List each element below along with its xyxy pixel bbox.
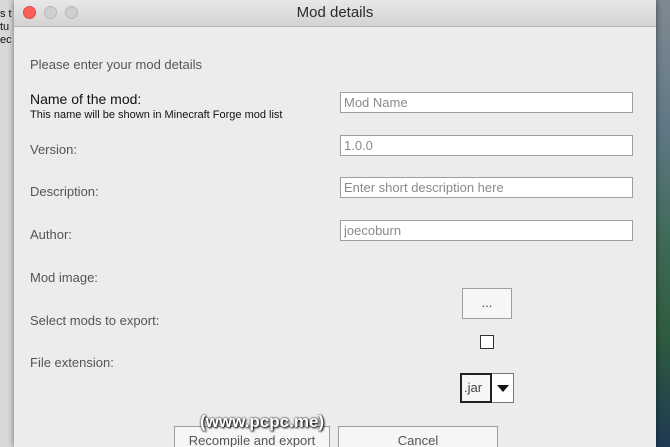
mod-details-dialog: Mod details Please enter your mod detail… [14,0,656,447]
version-input[interactable] [340,135,633,156]
intro-text: Please enter your mod details [30,57,202,72]
background-game-scene [656,0,670,447]
author-input[interactable] [340,220,633,241]
file-extension-label: File extension: [30,355,114,370]
background-window-text: s t tu ec [0,8,12,46]
author-label: Author: [30,227,72,242]
title-bar: Mod details [14,0,656,27]
watermark: (www.pcpc.me) [200,412,325,431]
dropdown-toggle[interactable] [492,373,514,403]
mod-name-label: Name of the mod: [30,91,142,107]
background-window-left: s t tu ec [0,0,14,447]
version-label: Version: [30,142,77,157]
select-mods-label: Select mods to export: [30,313,160,328]
cancel-button[interactable]: Cancel [338,426,498,447]
form-content: Please enter your mod details Name of th… [14,27,656,447]
triangle-down-icon [497,385,509,392]
file-extension-select[interactable]: .jar [460,373,492,403]
description-label: Description: [30,184,99,199]
description-input[interactable] [340,177,633,198]
mod-name-input[interactable] [340,92,633,113]
select-mods-checkbox[interactable] [480,335,494,349]
window-title: Mod details [296,4,374,21]
browse-image-button[interactable]: ... [462,288,512,319]
mod-name-hint: This name will be shown in Minecraft For… [30,109,283,121]
mod-image-label: Mod image: [30,270,98,285]
